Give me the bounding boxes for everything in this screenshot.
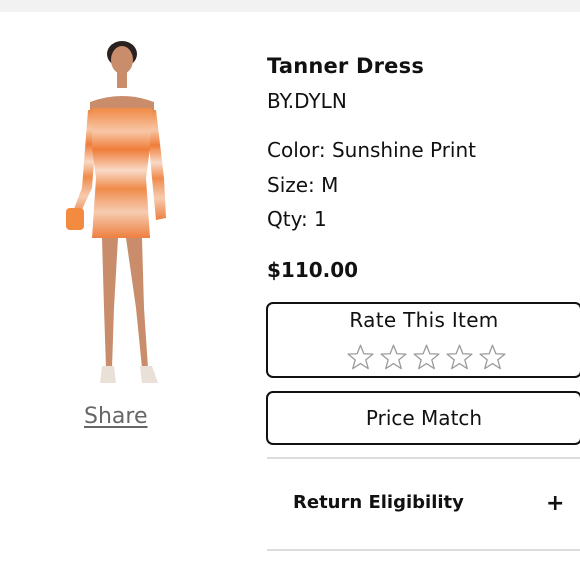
divider bbox=[267, 457, 580, 459]
star-icon[interactable] bbox=[477, 342, 508, 373]
share-link[interactable]: Share bbox=[84, 404, 148, 429]
product-size: Size: M bbox=[267, 173, 339, 197]
price-match-button[interactable]: Price Match bbox=[266, 391, 580, 445]
product-title: Tanner Dress bbox=[267, 54, 425, 78]
return-eligibility-label[interactable]: Return Eligibility bbox=[293, 492, 464, 513]
top-bar bbox=[0, 0, 580, 12]
star-icon[interactable] bbox=[345, 342, 376, 373]
price-match-label: Price Match bbox=[365, 406, 483, 430]
star-icon[interactable] bbox=[378, 342, 409, 373]
star-icon[interactable] bbox=[444, 342, 475, 373]
divider bbox=[267, 549, 580, 551]
rate-item-panel: Rate This Item bbox=[266, 302, 580, 378]
product-color: Color: Sunshine Print bbox=[267, 138, 477, 162]
product-price: $110.00 bbox=[267, 258, 359, 282]
product-brand: BY.DYLN bbox=[267, 89, 347, 113]
star-icon[interactable] bbox=[411, 342, 442, 373]
rate-item-title: Rate This Item bbox=[349, 308, 499, 332]
expand-plus-icon[interactable]: + bbox=[546, 491, 564, 516]
product-image bbox=[66, 41, 166, 383]
star-rating bbox=[345, 342, 508, 373]
product-quantity: Qty: 1 bbox=[267, 207, 327, 231]
